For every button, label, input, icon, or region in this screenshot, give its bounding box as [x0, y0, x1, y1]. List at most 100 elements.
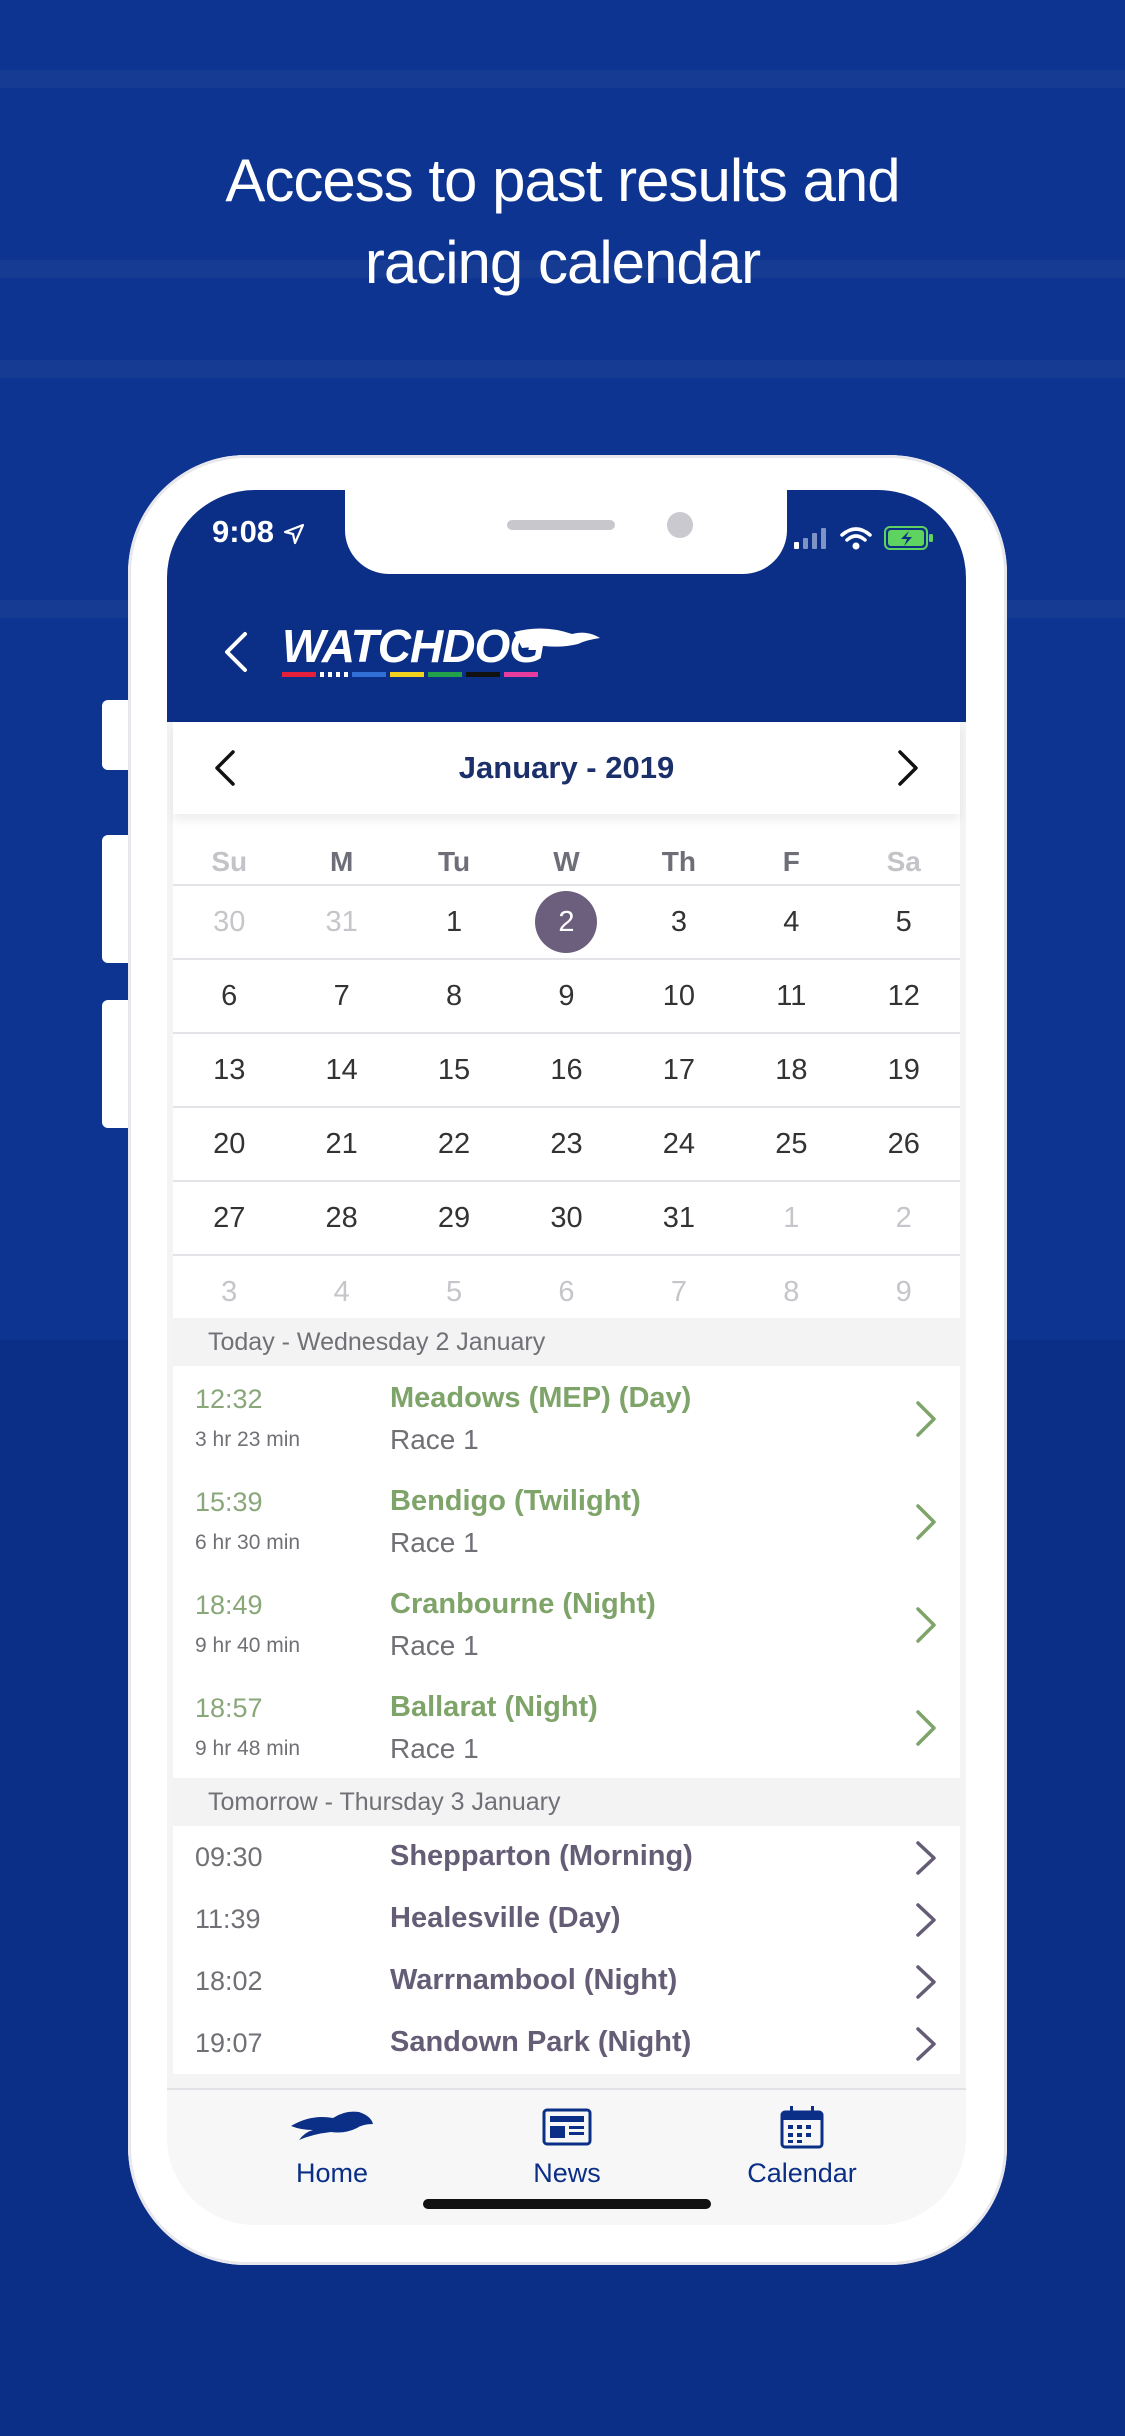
- race-time: 18:57: [195, 1693, 263, 1723]
- tab-home[interactable]: Home: [247, 2104, 417, 2189]
- calendar-day-selected[interactable]: 2: [510, 891, 622, 953]
- next-month-chevron-icon[interactable]: [882, 744, 930, 792]
- chevron-right-icon: [916, 1607, 936, 1643]
- race-time: 12:32: [195, 1384, 263, 1414]
- race-row[interactable]: 11:39 Healesville (Day): [173, 1888, 960, 1950]
- tab-calendar[interactable]: Calendar: [707, 2104, 897, 2189]
- calendar-day[interactable]: 19: [848, 1054, 960, 1087]
- calendar-day[interactable]: 16: [510, 1054, 622, 1087]
- calendar-day[interactable]: 5: [398, 1276, 510, 1309]
- calendar-day[interactable]: 29: [398, 1202, 510, 1235]
- headline-line-1: Access to past results and: [225, 147, 900, 214]
- tab-news-label: News: [533, 2158, 601, 2188]
- calendar-day[interactable]: 8: [735, 1276, 847, 1309]
- calendar-week: 6 7 8 9 10 11 12: [173, 958, 960, 1032]
- calendar-day[interactable]: 27: [173, 1202, 285, 1235]
- race-row[interactable]: 18:02 Warrnambool (Night): [173, 1950, 960, 2012]
- home-indicator: [423, 2199, 711, 2209]
- calendar-day[interactable]: 6: [510, 1276, 622, 1309]
- calendar-day[interactable]: 18: [735, 1054, 847, 1087]
- signal-icon: [794, 528, 826, 549]
- race-time: 18:49: [195, 1590, 263, 1620]
- tomorrow-section-header: Tomorrow - Thursday 3 January: [173, 1778, 960, 1826]
- calendar-day[interactable]: 5: [848, 906, 960, 939]
- tab-news[interactable]: News: [482, 2104, 652, 2189]
- calendar-day[interactable]: 11: [735, 980, 847, 1013]
- newspaper-icon: [542, 2108, 592, 2146]
- calendar-day[interactable]: 31: [285, 906, 397, 939]
- race-number: Race 1: [390, 1424, 479, 1455]
- calendar-day[interactable]: 26: [848, 1128, 960, 1161]
- race-row[interactable]: 12:32 3 hr 23 min Meadows (MEP) (Day) Ra…: [173, 1366, 960, 1469]
- race-row[interactable]: 19:07 Sandown Park (Night): [173, 2012, 960, 2074]
- race-row[interactable]: 18:49 9 hr 40 min Cranbourne (Night) Rac…: [173, 1572, 960, 1675]
- calendar-day[interactable]: 9: [848, 1276, 960, 1309]
- battery-charging-icon: [884, 526, 933, 550]
- status-time: 9:08: [212, 514, 305, 550]
- calendar-day[interactable]: 7: [285, 980, 397, 1013]
- weekday-label: Th: [661, 846, 696, 877]
- calendar-day[interactable]: 4: [285, 1276, 397, 1309]
- race-countdown: 9 hr 40 min: [195, 1634, 301, 1657]
- race-row[interactable]: 09:30 Shepparton (Morning): [173, 1826, 960, 1888]
- chevron-right-icon: [916, 2027, 936, 2061]
- calendar-day[interactable]: 1: [398, 906, 510, 939]
- calendar-day[interactable]: 20: [173, 1128, 285, 1161]
- month-label: January - 2019: [458, 750, 675, 785]
- speaker: [507, 520, 615, 530]
- previous-month-chevron-icon[interactable]: [203, 744, 251, 792]
- race-time: 18:02: [195, 1966, 263, 1996]
- calendar-day[interactable]: 12: [848, 980, 960, 1013]
- calendar-day[interactable]: 17: [623, 1054, 735, 1087]
- calendar-day[interactable]: 30: [173, 906, 285, 939]
- calendar-day[interactable]: 28: [285, 1202, 397, 1235]
- race-venue: Bendigo (Twilight): [390, 1485, 641, 1517]
- race-venue: Cranbourne (Night): [390, 1588, 656, 1620]
- calendar-day[interactable]: 3: [173, 1276, 285, 1309]
- calendar-day[interactable]: 9: [510, 980, 622, 1013]
- race-venue: Healesville (Day): [390, 1902, 621, 1934]
- svg-text:WATCHDOG: WATCHDOG: [282, 620, 544, 672]
- calendar-day[interactable]: 13: [173, 1054, 285, 1087]
- calendar-day[interactable]: 30: [510, 1202, 622, 1235]
- race-number: Race 1: [390, 1733, 479, 1764]
- calendar-day[interactable]: 31: [623, 1202, 735, 1235]
- race-row[interactable]: 18:57 9 hr 48 min Ballarat (Night) Race …: [173, 1675, 960, 1778]
- calendar-day[interactable]: 8: [398, 980, 510, 1013]
- chevron-right-icon: [916, 1401, 936, 1437]
- tab-calendar-label: Calendar: [747, 2158, 857, 2188]
- race-venue: Warrnambool (Night): [390, 1964, 678, 1996]
- calendar-day[interactable]: 24: [623, 1128, 735, 1161]
- calendar-day[interactable]: 10: [623, 980, 735, 1013]
- race-time: 15:39: [195, 1487, 263, 1517]
- location-arrow-icon: [283, 523, 304, 544]
- calendar-day[interactable]: 23: [510, 1128, 622, 1161]
- calendar-day[interactable]: 3: [623, 906, 735, 939]
- calendar-week: 27 28 29 30 31 1 2: [173, 1180, 960, 1254]
- race-venue: Sandown Park (Night): [390, 2026, 692, 2058]
- calendar-day[interactable]: 14: [285, 1054, 397, 1087]
- chevron-right-icon: [916, 1965, 936, 1999]
- wifi-icon: [840, 527, 872, 550]
- weekday-header: Su M Tu W Th F Sa: [173, 814, 960, 884]
- calendar-day[interactable]: 1: [735, 1202, 847, 1235]
- calendar-day[interactable]: 25: [735, 1128, 847, 1161]
- calendar-day[interactable]: 22: [398, 1128, 510, 1161]
- race-countdown: 6 hr 30 min: [195, 1531, 301, 1554]
- today-section-header: Today - Wednesday 2 January: [173, 1318, 960, 1366]
- tab-home-label: Home: [295, 2158, 369, 2188]
- race-row[interactable]: 15:39 6 hr 30 min Bendigo (Twilight) Rac…: [173, 1469, 960, 1572]
- weekday-label: Sa: [886, 846, 921, 877]
- calendar-day[interactable]: 6: [173, 980, 285, 1013]
- watchdog-logo: WATCHDOG: [282, 620, 600, 677]
- calendar-day[interactable]: 2: [848, 1202, 960, 1235]
- calendar-day[interactable]: 15: [398, 1054, 510, 1087]
- app-screen: 9:08 WATCHDOG January - 2019 Su M Tu W T…: [167, 490, 966, 2225]
- chevron-right-icon: [916, 1903, 936, 1937]
- calendar-day[interactable]: 21: [285, 1128, 397, 1161]
- calendar-day[interactable]: 7: [623, 1276, 735, 1309]
- background-stripe: [0, 70, 1125, 88]
- back-chevron-icon[interactable]: [217, 628, 257, 676]
- camera: [667, 512, 693, 538]
- calendar-day[interactable]: 4: [735, 906, 847, 939]
